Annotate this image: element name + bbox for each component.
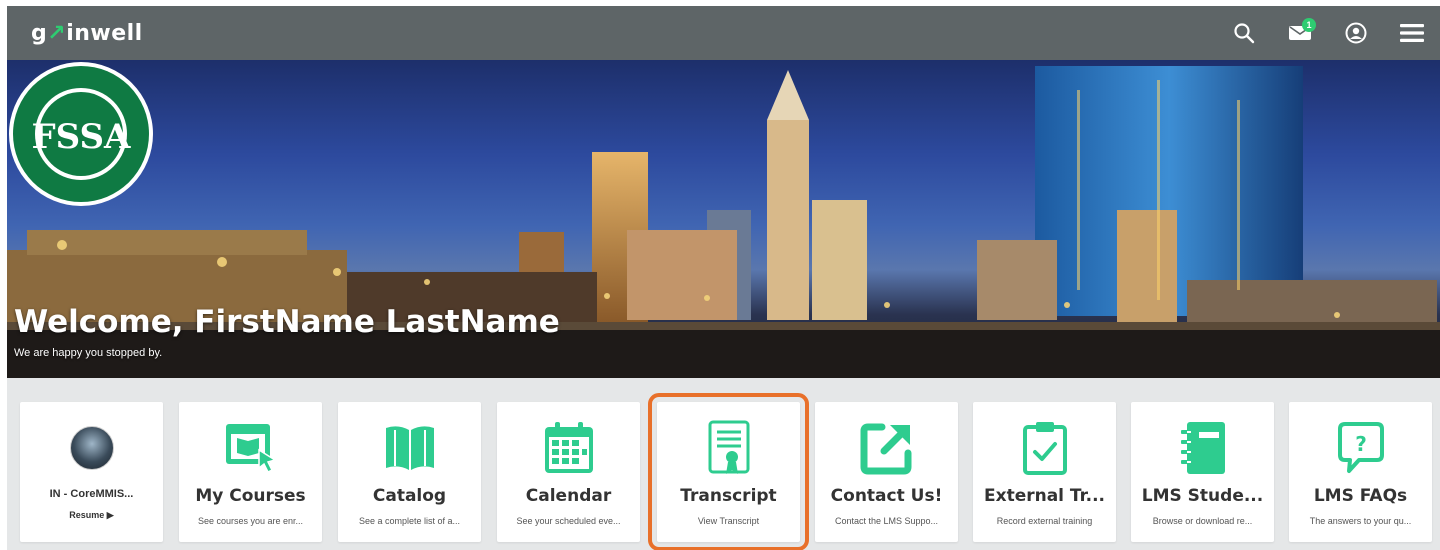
tile-transcript[interactable]: Transcript View Transcript xyxy=(648,393,809,550)
search-button[interactable] xyxy=(1216,6,1272,60)
tile-title: External Tr... xyxy=(983,486,1105,506)
tile-description: View Transcript xyxy=(697,516,760,526)
tile-calendar[interactable]: Calendar See your scheduled eve... xyxy=(497,402,640,542)
course-thumbnail xyxy=(69,426,114,470)
profile-button[interactable] xyxy=(1328,6,1384,60)
resume-link[interactable]: Resume ▶ xyxy=(20,510,163,521)
certificate-icon xyxy=(708,420,749,474)
app-frame: g↗inwell 1 FSSA Welcome, FirstName LastN… xyxy=(7,6,1440,550)
tile-description: Browse or download re... xyxy=(1152,516,1253,526)
tile-external-training[interactable]: External Tr... Record external training xyxy=(973,402,1116,542)
tile-title: My Courses xyxy=(195,486,306,506)
search-icon xyxy=(1234,23,1255,44)
calendar-icon xyxy=(544,422,593,473)
tile-title: Contact Us! xyxy=(830,486,943,506)
tile-my-courses[interactable]: My Courses See courses you are enr... xyxy=(179,402,322,542)
tile-description: The answers to your qu... xyxy=(1309,516,1412,526)
quick-links-tiles: IN - CoreMMIS... Resume ▶ My Courses See… xyxy=(7,378,1440,550)
hero-banner: FSSA Welcome, FirstName LastName We are … xyxy=(7,60,1440,378)
gainwell-logo[interactable]: g↗inwell xyxy=(31,21,143,46)
fssa-seal-logo: FSSA xyxy=(9,62,153,206)
clipboard-check-icon xyxy=(1022,422,1067,475)
menu-icon xyxy=(1400,24,1424,42)
tile-description: See courses you are enr... xyxy=(197,516,304,526)
tile-lms-faqs[interactable]: ? LMS FAQs The answers to your qu... xyxy=(1289,402,1432,542)
book-icon xyxy=(385,426,434,470)
courses-icon xyxy=(225,424,277,474)
tile-description: See a complete list of a... xyxy=(358,516,461,526)
tile-lms-student[interactable]: LMS Stude... Browse or download re... xyxy=(1131,402,1274,542)
tile-title: Transcript xyxy=(680,486,777,506)
svg-text:FSSA: FSSA xyxy=(32,117,131,157)
notebook-icon xyxy=(1180,422,1225,474)
tile-catalog[interactable]: Catalog See a complete list of a... xyxy=(338,402,481,542)
tile-title: IN - CoreMMIS... xyxy=(49,488,134,500)
menu-button[interactable] xyxy=(1384,6,1440,60)
tile-description: See your scheduled eve... xyxy=(516,516,621,526)
tile-title: Catalog xyxy=(372,486,447,506)
tile-title: LMS Stude... xyxy=(1141,486,1264,506)
logo-arrow-mark: ↗ xyxy=(47,20,67,46)
tile-title: LMS FAQs xyxy=(1313,486,1408,506)
user-icon xyxy=(1345,22,1367,44)
messages-button[interactable]: 1 xyxy=(1272,6,1328,60)
tile-coremmis-course[interactable]: IN - CoreMMIS... Resume ▶ xyxy=(20,402,163,542)
notification-badge: 1 xyxy=(1302,18,1316,32)
welcome-heading: Welcome, FirstName LastName xyxy=(14,304,560,340)
tile-description: Contact the LMS Suppo... xyxy=(834,516,939,526)
welcome-subtitle: We are happy you stopped by. xyxy=(14,347,163,359)
help-bubble-icon: ? xyxy=(1337,422,1384,473)
tile-title: Calendar xyxy=(525,486,612,506)
external-link-icon xyxy=(860,423,911,475)
svg-text:?: ? xyxy=(1355,432,1367,456)
tile-contact-us[interactable]: Contact Us! Contact the LMS Suppo... xyxy=(815,402,958,542)
tile-description: Record external training xyxy=(996,516,1093,526)
top-navigation-bar: g↗inwell 1 xyxy=(7,6,1440,60)
